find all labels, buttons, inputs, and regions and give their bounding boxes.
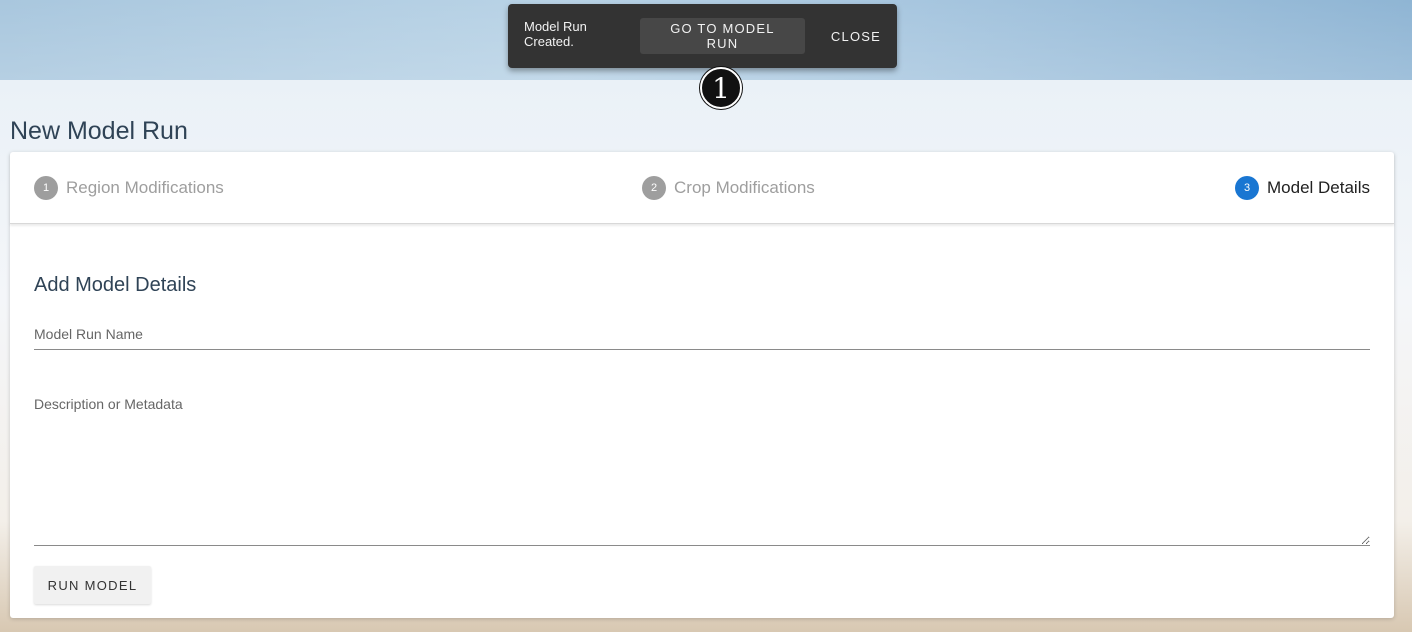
- model-run-card: 1 Region Modifications 2 Crop Modificati…: [10, 152, 1394, 618]
- step-label: Crop Modifications: [674, 178, 815, 197]
- step-number-badge: 2: [642, 176, 666, 200]
- description-textarea[interactable]: [34, 390, 1370, 546]
- model-run-name-input[interactable]: [34, 322, 1370, 350]
- run-model-button[interactable]: RUN MODEL: [34, 566, 151, 604]
- close-snackbar-button[interactable]: CLOSE: [815, 18, 897, 54]
- step-label: Region Modifications: [66, 178, 224, 197]
- step-number-badge: 1: [34, 176, 58, 200]
- step-region-modifications[interactable]: 1 Region Modifications: [34, 176, 224, 200]
- step-model-details[interactable]: 3 Model Details: [1235, 176, 1370, 200]
- snackbar: Model Run Created. GO TO MODEL RUN CLOSE: [508, 4, 897, 68]
- section-title: Add Model Details: [34, 274, 197, 296]
- step-crop-modifications[interactable]: 2 Crop Modifications: [642, 176, 815, 200]
- step-number-badge: 3: [1235, 176, 1259, 200]
- step-label: Model Details: [1267, 178, 1370, 197]
- go-to-model-run-button[interactable]: GO TO MODEL RUN: [640, 18, 805, 54]
- annotation-marker: 1: [700, 67, 742, 109]
- snackbar-message: Model Run Created.: [524, 19, 587, 49]
- page-title: New Model Run: [10, 117, 188, 145]
- stepper: 1 Region Modifications 2 Crop Modificati…: [10, 152, 1394, 224]
